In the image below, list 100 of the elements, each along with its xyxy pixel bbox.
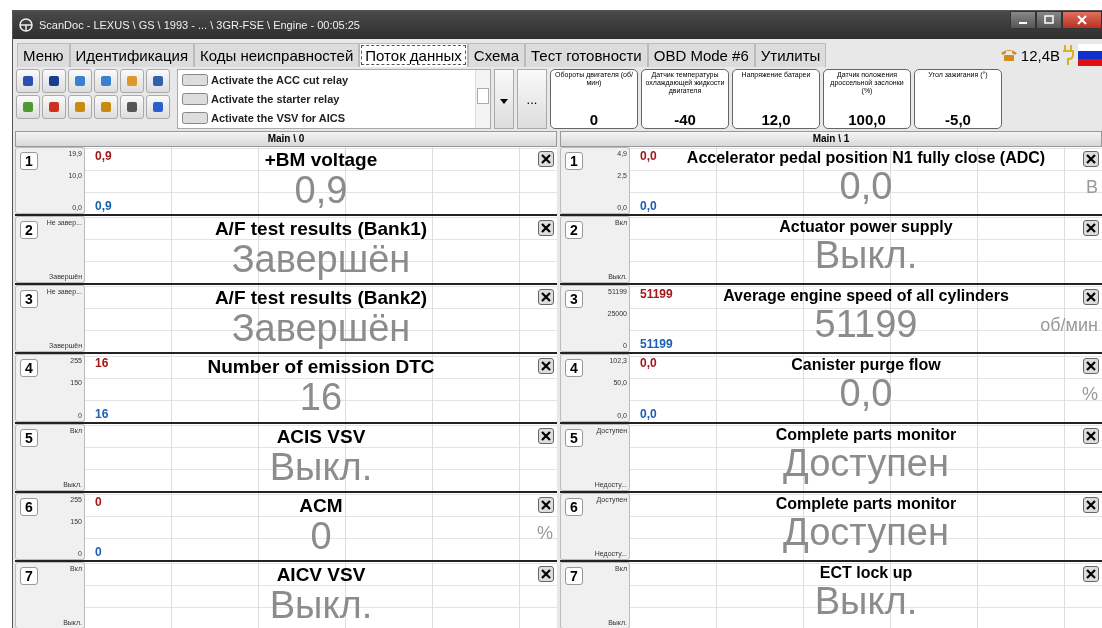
gauge-value: 100,0	[848, 111, 886, 128]
close-icon	[541, 568, 551, 579]
grid-button[interactable]	[146, 95, 170, 119]
action-item[interactable]: Activate the ACC cut relay	[182, 73, 349, 86]
close-button[interactable]	[1083, 289, 1099, 306]
parameter-value: Выкл.	[269, 447, 373, 486]
row-number[interactable]: 5	[565, 428, 583, 447]
parameter-value: 16	[299, 378, 343, 417]
tab[interactable]: Коды неисправностей	[194, 43, 360, 67]
parameter-value: 0,9	[294, 171, 348, 209]
maximize-icon	[1044, 15, 1054, 25]
chart-button[interactable]	[146, 69, 170, 93]
zoom-fit-button[interactable]	[120, 95, 144, 119]
close-button[interactable]	[1083, 565, 1099, 582]
tab[interactable]: Утилиты	[754, 43, 827, 67]
row-number[interactable]: 2	[20, 221, 38, 240]
parameter-name: Actuator power supply	[779, 218, 953, 237]
tab[interactable]: Идентификация	[69, 43, 194, 67]
panel-header: Main \ 1	[560, 131, 1102, 147]
min-value: 0,0	[640, 199, 657, 214]
close-button[interactable]	[538, 358, 554, 375]
close-button[interactable]	[1083, 427, 1099, 444]
caret-icon	[500, 98, 508, 104]
parameter-value: 51199	[814, 305, 918, 344]
parameter-name: Complete parts monitor	[775, 494, 957, 513]
parameter-name: Average engine speed of all cylinders	[723, 287, 1009, 306]
unit-label: В	[1086, 177, 1098, 198]
row-number[interactable]: 7	[20, 566, 38, 585]
unit-label: об/мин	[1040, 315, 1098, 337]
tab[interactable]: Тест готовности	[525, 43, 648, 67]
close-button[interactable]	[1083, 151, 1099, 167]
close-button[interactable]	[538, 427, 554, 444]
telephone-icon	[999, 48, 1018, 62]
minimize-button[interactable]	[1010, 11, 1036, 29]
folder-forward-button[interactable]	[94, 69, 118, 93]
close-button[interactable]	[538, 496, 554, 513]
close-button[interactable]	[1083, 496, 1099, 513]
close-button[interactable]	[1062, 11, 1102, 29]
close-icon	[1086, 568, 1096, 579]
save-button[interactable]	[42, 69, 66, 93]
gauge-value: -40	[674, 111, 696, 128]
close-button[interactable]	[1083, 220, 1099, 237]
export-button[interactable]	[42, 95, 66, 119]
min-value: 51199	[640, 337, 673, 352]
parameter-value: Доступен	[783, 443, 949, 482]
parameter-name: ECT lock up	[819, 563, 913, 582]
close-button[interactable]	[538, 289, 554, 306]
action-item[interactable]: Activate the starter relay	[182, 93, 340, 105]
parameter-value: Завершён	[231, 309, 411, 348]
min-value: 0,9	[95, 199, 112, 214]
plug-icon	[1063, 45, 1075, 65]
min-value: 16	[95, 406, 109, 421]
close-button[interactable]	[538, 151, 554, 167]
row-number[interactable]: 3	[565, 290, 583, 309]
close-button[interactable]	[538, 220, 554, 237]
row-number[interactable]: 1	[20, 152, 38, 170]
unit-label: %	[537, 522, 553, 544]
panel-header: Main \ 0	[15, 131, 557, 147]
row-number[interactable]: 2	[565, 221, 583, 240]
gauge-value: 12,0	[761, 111, 791, 128]
parameter-name: AICV VSV	[276, 563, 366, 586]
row-number[interactable]: 7	[565, 566, 583, 585]
row-number[interactable]: 6	[20, 497, 38, 516]
folder-back-button[interactable]	[68, 69, 92, 93]
parameter-name: Number of emission DTC	[207, 356, 435, 379]
row-number[interactable]: 4	[20, 359, 38, 378]
row-number[interactable]: 4	[565, 359, 583, 378]
max-value: 51199	[640, 287, 673, 302]
action-item[interactable]: Activate the VSV for AICS	[182, 112, 346, 125]
close-button[interactable]	[538, 565, 554, 582]
parameter-name: Canister purge flow	[791, 356, 941, 375]
maximize-button[interactable]	[1036, 11, 1062, 29]
close-icon	[1086, 223, 1096, 234]
parameter-value: Выкл.	[814, 581, 918, 620]
more-button[interactable]: ...	[517, 69, 547, 129]
row-number[interactable]: 3	[20, 290, 38, 309]
tab[interactable]: Меню	[17, 43, 70, 67]
row-number[interactable]: 5	[20, 428, 38, 447]
pause-button[interactable]	[16, 69, 40, 93]
steering-wheel-icon	[19, 18, 33, 32]
parameter-value: 0	[310, 516, 332, 555]
voltage-reading: 12,4В	[1020, 46, 1060, 64]
parameter-value: 0,0	[839, 167, 893, 205]
rounded-rectangle-icon	[182, 93, 208, 105]
tab[interactable]: OBD Mode #6	[647, 43, 755, 67]
close-button[interactable]	[1083, 358, 1099, 375]
parameter-name: +BM voltage	[264, 149, 378, 171]
close-icon	[1086, 361, 1096, 372]
parameter-value: 0,0	[839, 374, 893, 413]
row-number[interactable]: 1	[565, 152, 583, 170]
tab[interactable]: Поток данных	[359, 43, 468, 67]
gauge-value: 0	[589, 111, 599, 128]
row-number[interactable]: 6	[565, 497, 583, 516]
parameter-value: Выкл.	[814, 236, 918, 275]
scrollbar[interactable]	[475, 70, 490, 128]
max-value: 0	[95, 494, 102, 509]
tab[interactable]: Схема	[467, 43, 525, 67]
rounded-rectangle-icon	[182, 112, 208, 125]
close-icon	[541, 361, 551, 372]
parameter-name: ACM	[299, 494, 343, 517]
